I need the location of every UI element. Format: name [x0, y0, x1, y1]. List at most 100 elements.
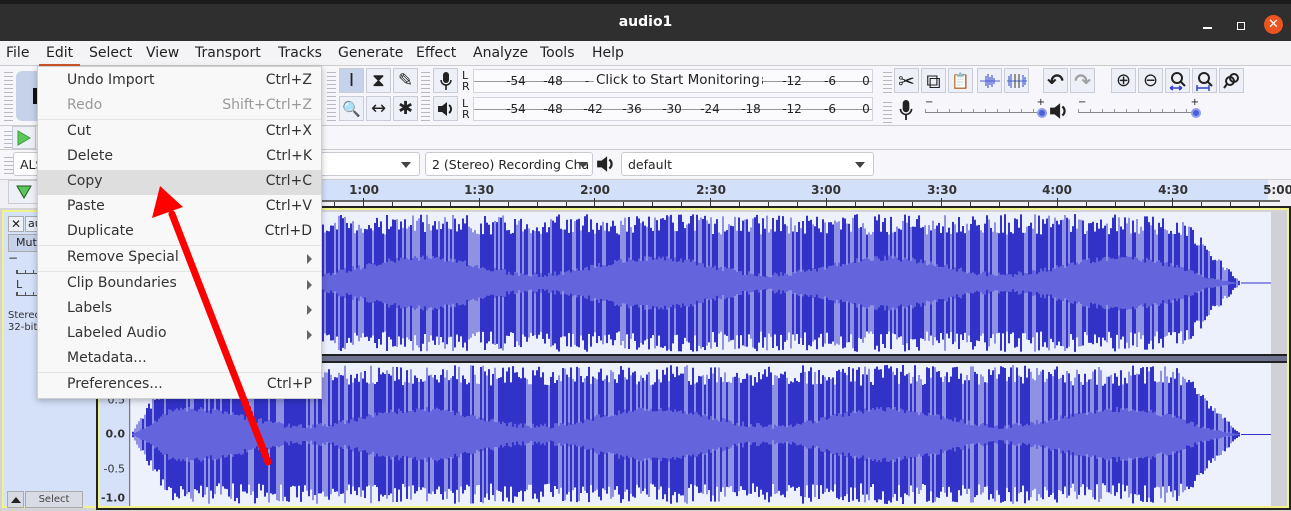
close-icon[interactable]: ✕ — [1264, 15, 1283, 34]
silence-audio-icon[interactable] — [1004, 68, 1029, 93]
menu-item-preferences[interactable]: Preferences... Ctrl+P — [38, 373, 321, 398]
submenu-arrow-icon — [307, 330, 312, 340]
menu-file[interactable]: File — [6, 45, 29, 61]
ruler-tick — [449, 202, 451, 207]
toolbar-grip[interactable] — [4, 69, 13, 123]
menu-item-metadata[interactable]: Metadata... — [38, 347, 321, 372]
mixer-toolbar-grip[interactable] — [883, 99, 892, 123]
meter-tick: 0 — [862, 74, 870, 88]
copy-icon[interactable]: ⧉ — [921, 68, 946, 93]
menu-effect[interactable]: Effect — [416, 45, 456, 61]
trim-audio-icon[interactable] — [977, 68, 1002, 93]
zoom-tool-icon[interactable]: 🔍 — [339, 96, 364, 121]
menu-generate[interactable]: Generate — [338, 45, 403, 61]
menu-item-remove-special[interactable]: Remove Special — [38, 246, 321, 271]
zoom-in-icon[interactable]: ⊕ — [1111, 68, 1136, 93]
menu-tools[interactable]: Tools — [540, 45, 575, 61]
menu-edit[interactable]: Edit — [38, 45, 81, 67]
menu-item-paste[interactable]: Paste Ctrl+V — [38, 195, 321, 220]
ruler-label: 5:00 — [1263, 183, 1291, 197]
menu-transport[interactable]: Transport — [195, 45, 261, 61]
menu-item-duplicate[interactable]: Duplicate Ctrl+D — [38, 220, 321, 245]
ruler-tick — [738, 202, 740, 207]
track-close-button[interactable]: ✕ — [8, 216, 24, 232]
chevron-down-icon — [578, 162, 588, 168]
playback-volume-slider[interactable]: − + — [1078, 97, 1201, 121]
ruler-tick — [363, 198, 365, 207]
timeline-options-button[interactable] — [8, 180, 40, 204]
slider-thumb[interactable] — [1191, 108, 1201, 118]
record-volume-slider[interactable]: − + — [925, 97, 1047, 121]
undo-icon[interactable]: ↶ — [1043, 68, 1068, 93]
ruler-tick — [1259, 202, 1261, 207]
select-track-button[interactable]: Select — [25, 491, 83, 508]
envelope-tool-icon[interactable]: ⧗ — [366, 68, 391, 93]
playback-meter[interactable]: LR -54 -48 -42 -36 -30 -24 -18 -12 -6 0 — [462, 97, 873, 121]
selection-tool-icon[interactable]: I — [339, 68, 364, 93]
menu-item-copy[interactable]: Copy Ctrl+C — [38, 170, 321, 195]
playback-volume-speaker-icon — [1049, 102, 1069, 124]
slider-track — [925, 112, 1042, 113]
tools-toolbar-grip[interactable] — [327, 69, 336, 123]
draw-tool-icon[interactable]: ✎ — [393, 68, 418, 93]
ruler-tick — [392, 202, 394, 207]
menu-item-cut[interactable]: Cut Ctrl+X — [38, 120, 321, 145]
gain-slider-minus[interactable]: − — [8, 252, 18, 264]
ruler-tick — [565, 202, 567, 207]
minimize-icon[interactable] — [1200, 14, 1220, 34]
slider-min-label: − — [925, 97, 934, 108]
menu-select[interactable]: Select — [89, 45, 132, 61]
menu-item-labeled-audio[interactable]: Labeled Audio — [38, 322, 321, 347]
restore-icon[interactable] — [1232, 14, 1252, 34]
ruler-tick — [594, 198, 596, 207]
menu-item-delete[interactable]: Delete Ctrl+K — [38, 145, 321, 170]
waveform-end-area — [1271, 363, 1287, 506]
window-title: audio1 — [618, 14, 673, 30]
chevron-down-icon — [855, 162, 865, 168]
record-meter-mic-icon[interactable] — [433, 68, 458, 93]
ruler-tick — [1143, 202, 1145, 207]
redo-icon[interactable]: ↷ — [1070, 68, 1095, 93]
ruler-tick — [623, 202, 625, 207]
menu-analyze[interactable]: Analyze — [473, 45, 528, 61]
multi-tool-icon[interactable]: ✱ — [393, 96, 418, 121]
edit-toolbar-grip[interactable] — [883, 69, 892, 95]
ruler-tick — [1201, 202, 1203, 207]
chevron-down-icon — [401, 162, 411, 168]
zoom-out-icon[interactable]: ⊖ — [1138, 68, 1163, 93]
menu-item-undo-import[interactable]: Undo Import Ctrl+Z — [38, 69, 321, 94]
ruler-tick — [883, 202, 885, 207]
meter-tick: -54 — [506, 102, 526, 116]
collapse-track-button[interactable] — [7, 491, 24, 508]
slider-max-label: + — [1036, 97, 1045, 108]
timeshift-tool-icon[interactable]: ↔ — [366, 96, 391, 121]
record-meter[interactable]: LR -54 -48 - 8 -12 -6 0 Click to Start M… — [462, 69, 873, 93]
ruler-tick — [1085, 202, 1087, 207]
playback-device-speaker-icon — [596, 155, 616, 177]
start-monitoring-prompt[interactable]: Click to Start Monitoring — [594, 72, 762, 88]
zoom-toggle-icon[interactable] — [1219, 68, 1244, 93]
recording-device-select[interactable] — [310, 152, 420, 176]
device-toolbar-grip[interactable] — [4, 154, 13, 176]
cut-icon[interactable]: ✂ — [894, 68, 919, 93]
fit-selection-icon[interactable] — [1165, 68, 1190, 93]
menu-item-labels[interactable]: Labels — [38, 297, 321, 322]
recording-channels-select[interactable]: 2 (Stereo) Recording Cha — [425, 152, 593, 176]
fit-project-icon[interactable] — [1192, 68, 1217, 93]
playback-meter-speaker-icon[interactable] — [433, 96, 458, 121]
track-info-format: Stereo — [8, 310, 41, 321]
menu-view[interactable]: View — [146, 45, 179, 61]
track-info-bitdepth: 32-bit — [8, 322, 38, 333]
meter-toolbar-grip[interactable] — [421, 69, 430, 123]
menu-item-clip-boundaries[interactable]: Clip Boundaries — [38, 272, 321, 297]
play-at-speed-icon[interactable] — [12, 126, 36, 149]
slider-thumb[interactable] — [1037, 108, 1047, 118]
playback-device-select[interactable]: default — [621, 152, 874, 176]
meter-tick: -36 — [622, 102, 642, 116]
paste-icon[interactable]: 📋 — [948, 68, 973, 93]
menu-tracks[interactable]: Tracks — [278, 45, 322, 61]
meter-tick: -30 — [662, 102, 682, 116]
ruler-tick — [421, 202, 422, 207]
vruler-label: -1.0 — [100, 491, 125, 505]
menu-help[interactable]: Help — [592, 45, 624, 61]
